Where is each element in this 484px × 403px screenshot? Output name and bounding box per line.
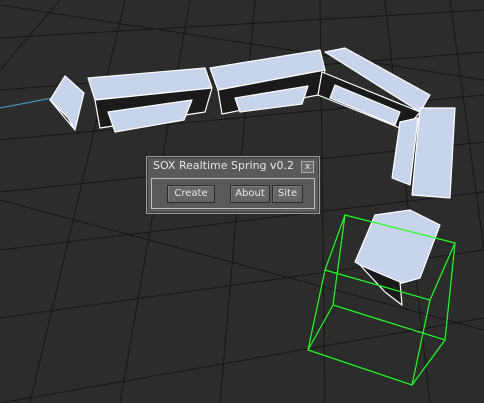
button-group: Create About Site [151,178,315,209]
create-button[interactable]: Create [167,185,215,203]
about-button[interactable]: About [230,185,270,203]
site-button[interactable]: Site [272,185,303,203]
close-icon[interactable]: x [301,161,314,173]
sox-spring-dialog[interactable]: SOX Realtime Spring v0.2 x Create About … [146,156,320,214]
axis-line [0,97,53,109]
dialog-title: SOX Realtime Spring v0.2 [153,159,295,172]
